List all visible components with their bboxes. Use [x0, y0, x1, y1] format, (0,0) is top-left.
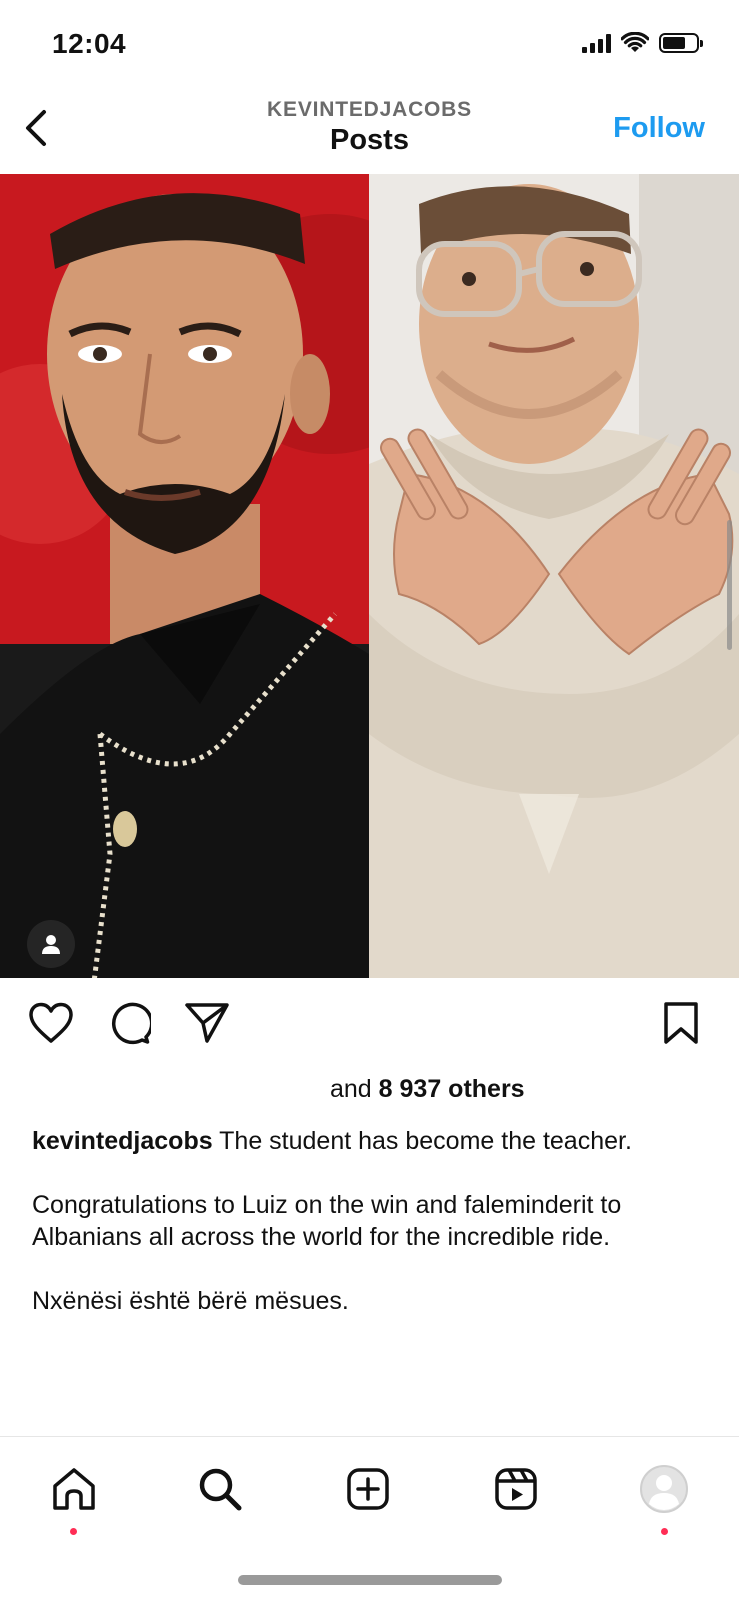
likes-prefix: and [330, 1075, 372, 1103]
add-post-icon [347, 1468, 389, 1510]
nav-profile[interactable] [634, 1459, 694, 1519]
home-indicator[interactable] [238, 1575, 502, 1585]
bottom-navigation [0, 1437, 739, 1547]
follow-button[interactable]: Follow [613, 112, 705, 145]
profile-notification-dot [661, 1528, 668, 1535]
like-button[interactable] [26, 998, 76, 1048]
save-button[interactable] [656, 998, 706, 1048]
home-icon [53, 1468, 95, 1510]
share-button[interactable] [182, 998, 232, 1048]
tagged-people-button[interactable] [27, 920, 75, 968]
caption-username[interactable]: kevintedjacobs [32, 1127, 213, 1155]
nav-reels[interactable] [486, 1459, 546, 1519]
caption-paragraph-2: Congratulations to Luiz on the win and f… [32, 1191, 622, 1251]
liked-by-avatars[interactable] [32, 1082, 312, 1104]
battery-icon [659, 33, 703, 53]
profile-avatar-icon [640, 1465, 688, 1513]
likes-summary[interactable]: and 8 937 others [330, 1075, 525, 1104]
scroll-indicator[interactable] [727, 520, 732, 650]
caption-text-1: The student has become the teacher. [219, 1127, 632, 1155]
likes-count: 8 937 others [378, 1075, 525, 1103]
paper-plane-icon [185, 1003, 229, 1043]
bookmark-icon [664, 1002, 698, 1044]
home-notification-dot [70, 1528, 77, 1535]
post-header: KEVINTEDJACOBS Posts Follow [0, 90, 739, 174]
instagram-post-screen: 12:04 KEVINTEDJACOBS Posts Follow and 8 … [0, 0, 739, 1600]
post-image[interactable] [0, 174, 739, 978]
post-caption: kevintedjacobs The student has become th… [32, 1125, 712, 1349]
nav-create[interactable] [338, 1459, 398, 1519]
caption-paragraph-3: Nxënësi është bërë mësues. [32, 1287, 349, 1315]
wifi-icon [621, 32, 649, 52]
heart-icon [29, 1002, 73, 1043]
nav-home[interactable] [44, 1459, 104, 1519]
post-actions [0, 978, 739, 1070]
cellular-signal-icon [582, 33, 611, 53]
comment-button[interactable] [104, 998, 154, 1048]
comment-icon [111, 1002, 151, 1045]
caption-paragraph-1: kevintedjacobs The student has become th… [32, 1125, 712, 1157]
nav-search[interactable] [190, 1459, 250, 1519]
status-time: 12:04 [52, 28, 127, 59]
person-icon [42, 935, 60, 954]
search-icon [199, 1468, 242, 1511]
post-photo-right [369, 174, 739, 978]
reels-icon [495, 1468, 537, 1510]
post-photo-left [0, 174, 369, 978]
status-bar: 12:04 [0, 0, 739, 90]
status-icons [582, 32, 703, 54]
